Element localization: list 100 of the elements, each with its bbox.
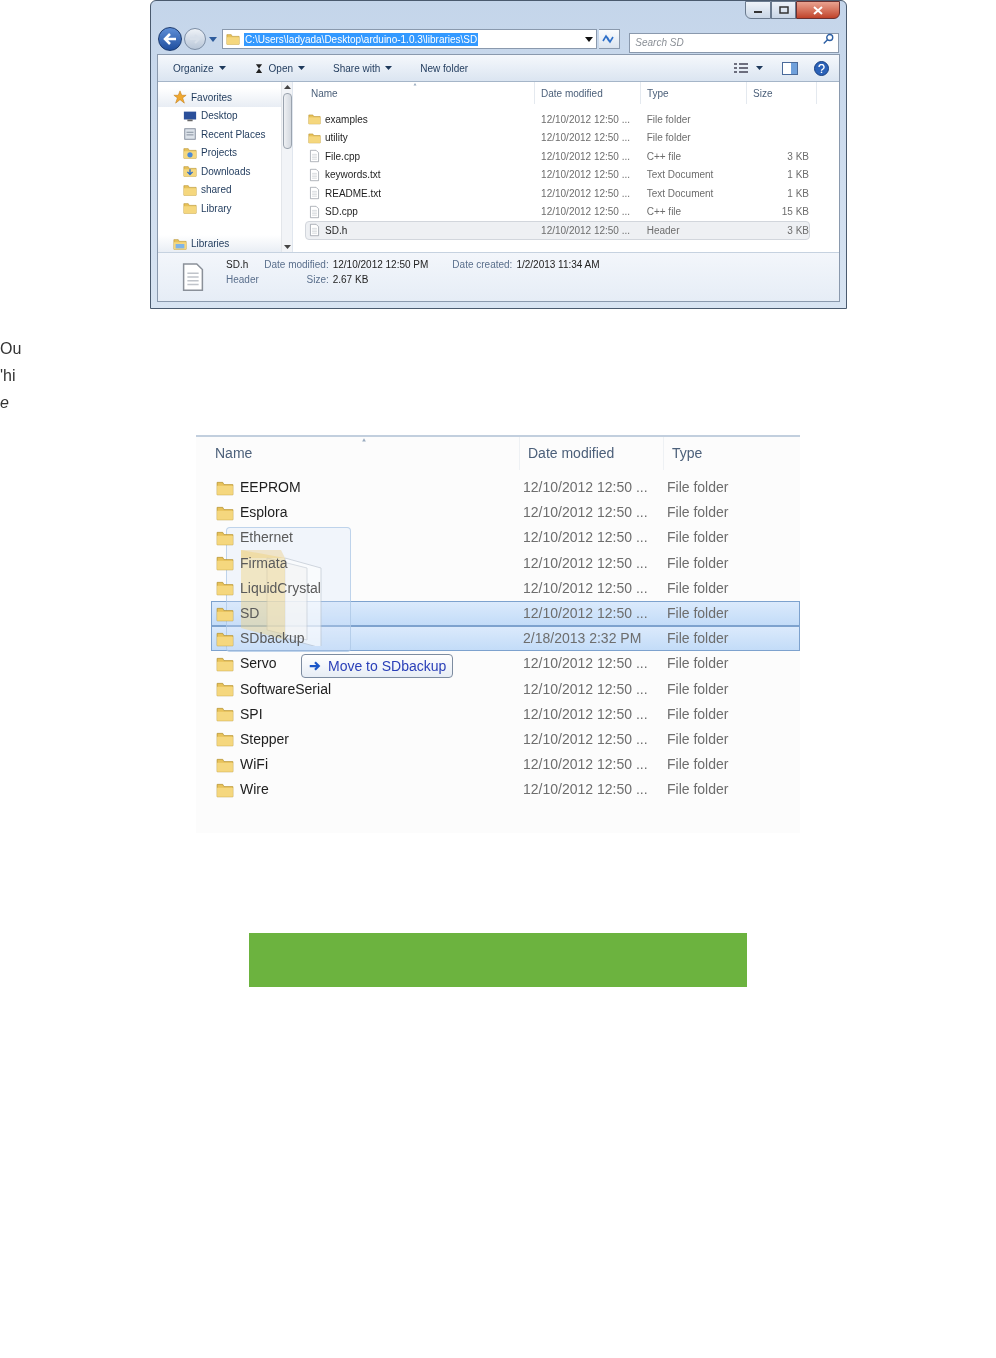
file-size: 15 KB (780, 205, 809, 220)
hourglass-icon (253, 62, 264, 74)
file-name: File.cpp (325, 149, 360, 164)
file-type: File folder (645, 112, 692, 127)
toolbar-button[interactable]: Organize (168, 57, 231, 79)
details-label: Date created: (452, 259, 513, 271)
folder-type: File folder (667, 528, 729, 548)
folder-type: File folder (667, 503, 729, 523)
file-type: Text Document (645, 168, 715, 183)
folder-date: 12/10/2012 12:50 ... (522, 478, 649, 498)
file-icon (308, 186, 321, 201)
question-mark-icon (818, 63, 825, 73)
sidebar-item[interactable]: Projects (158, 143, 281, 162)
search-field[interactable]: Search SD (629, 32, 839, 53)
folder-icon (183, 145, 197, 160)
sidebar-item[interactable]: Desktop (158, 106, 281, 125)
file-icon (308, 223, 321, 238)
file-size: 1 KB (786, 168, 809, 183)
back-button[interactable] (158, 27, 182, 51)
file-date: 12/10/2012 12:50 ... (540, 131, 632, 146)
folder-date: 12/10/2012 12:50 ... (522, 654, 649, 674)
scrollbar[interactable] (281, 82, 292, 252)
file-size: 3 KB (786, 223, 809, 238)
star-icon (173, 90, 187, 105)
folder-date: 12/10/2012 12:50 ... (522, 780, 649, 800)
arrow-icon (308, 660, 322, 672)
folder-date: 12/10/2012 12:50 ... (522, 578, 649, 598)
address-path: C:\Users\ladyada\Desktop\arduino-1.0.3\libraries\SD (243, 32, 479, 46)
file-name: SD.cpp (325, 205, 358, 220)
toolbar-button[interactable]: Share with (328, 57, 398, 79)
scroll-up-arrow-icon[interactable] (283, 82, 291, 92)
folder-name: Wire (240, 780, 269, 800)
folder-date: 12/10/2012 12:50 ... (522, 729, 649, 749)
folder-type: File folder (667, 679, 729, 699)
file-row[interactable]: keywords.txt 12/10/2012 12:50 ... Text Document 1 KB (305, 165, 810, 184)
folder-row[interactable]: SDbackup 2/18/2013 2:32 PM File folder (211, 626, 800, 652)
maximize-button[interactable] (771, 1, 796, 19)
file-size: 1 KB (786, 186, 809, 201)
column-header[interactable]: Date modified (535, 82, 641, 104)
folder-name: Stepper (240, 729, 290, 749)
folder-type: File folder (667, 755, 729, 775)
folder-name: EEPROM (240, 478, 301, 498)
file-row[interactable]: examples 12/10/2012 12:50 ... File folder (305, 110, 810, 129)
text-fragment: e (0, 393, 10, 413)
folder-name: SPI (240, 704, 263, 724)
file-row[interactable]: README.txt 12/10/2012 12:50 ... Text Document 1 KB (305, 184, 810, 203)
file-icon (308, 204, 321, 219)
folder-name: SDbackup (240, 629, 305, 649)
column-header[interactable]: Date modified (520, 437, 664, 470)
file-name: README.txt (325, 186, 382, 201)
search-icon (823, 33, 835, 45)
file-size: 3 KB (786, 149, 809, 164)
back-arrow-icon (163, 33, 177, 45)
details-filetype: Header (226, 274, 260, 286)
folder-name: WiFi (240, 755, 268, 775)
caret-icon (208, 36, 217, 42)
close-button[interactable] (796, 1, 840, 19)
folder-date: 12/10/2012 12:50 ... (522, 503, 649, 523)
folder-type: File folder (667, 578, 729, 598)
folder-row[interactable]: SD 12/10/2012 12:50 ... File folder (211, 600, 800, 627)
folder-date: 12/10/2012 12:50 ... (522, 679, 649, 699)
document-icon (183, 127, 197, 142)
folder-name: Ethernet (240, 528, 293, 548)
column-header[interactable]: Size (747, 82, 817, 104)
file-name: utility (325, 131, 348, 146)
file-row[interactable]: utility 12/10/2012 12:50 ... File folder (305, 128, 810, 147)
minimize-button[interactable] (745, 1, 771, 19)
refresh-button[interactable] (599, 29, 621, 49)
sidebar-item[interactable]: Favorites (158, 88, 281, 107)
sidebar-item[interactable]: Downloads (158, 162, 281, 181)
help-button[interactable] (814, 60, 829, 76)
column-header[interactable]: Type (664, 437, 800, 470)
file-row[interactable]: SD.h 12/10/2012 12:50 ... Header 3 KB (305, 221, 810, 240)
folder-type: File folder (667, 478, 729, 498)
folder-type: File folder (667, 704, 729, 724)
file-date: 12/10/2012 12:50 ... (540, 223, 632, 238)
scroll-down-arrow-icon[interactable] (283, 242, 291, 252)
sidebar-item[interactable]: Recent Places (158, 125, 281, 144)
toolbar-button[interactable]: Open (248, 57, 311, 79)
folder-icon (183, 164, 197, 179)
sidebar-item[interactable]: shared (158, 180, 281, 199)
folder-type: File folder (667, 780, 729, 800)
folder-date: 12/10/2012 12:50 ... (522, 528, 649, 548)
folder-date: 2/18/2013 2:32 PM (522, 629, 643, 649)
details-label: Size: (305, 274, 329, 286)
column-header[interactable]: Type (641, 82, 747, 104)
folder-date: 12/10/2012 12:50 ... (522, 755, 649, 775)
folder-name: Firmata (240, 553, 288, 573)
folder-name: LiquidCrystal (240, 578, 321, 598)
sidebar-item[interactable]: Library (158, 199, 281, 218)
details-value: 1/2/2013 11:34 AM (516, 259, 600, 271)
file-icon (308, 167, 321, 182)
caret-icon (756, 66, 763, 70)
folder-name: SoftwareSerial (240, 679, 332, 699)
caret-icon (218, 66, 226, 70)
folder-name: Servo (240, 654, 277, 674)
file-row[interactable]: SD.cpp 12/10/2012 12:50 ... C++ file 15 KB (305, 202, 810, 221)
file-row[interactable]: File.cpp 12/10/2012 12:50 ... C++ file 3 KB (305, 147, 810, 166)
toolbar-button[interactable]: New folder (415, 57, 474, 79)
file-type: Text Document (645, 186, 715, 201)
